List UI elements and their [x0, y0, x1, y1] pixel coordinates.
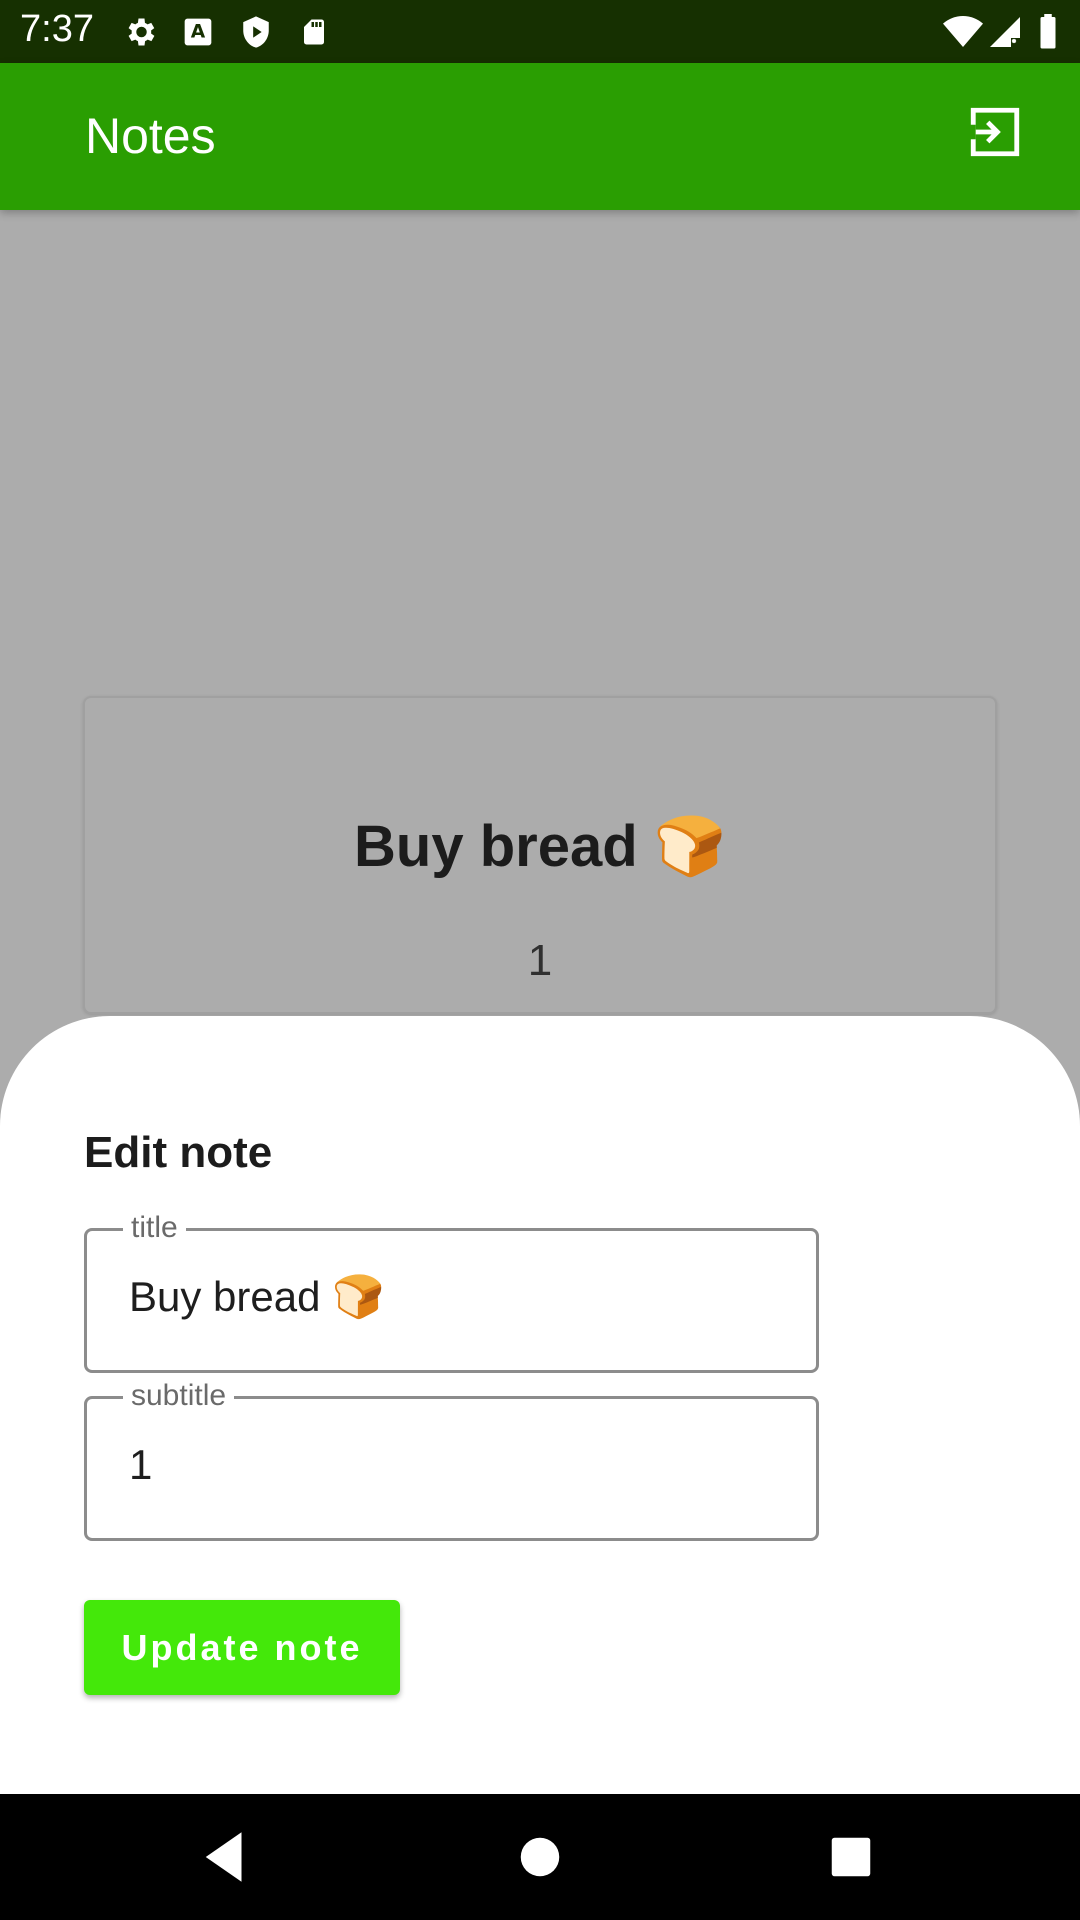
back-button[interactable] [192, 1824, 258, 1890]
recents-icon [831, 1837, 871, 1877]
app-title: Notes [85, 108, 216, 164]
logout-button[interactable] [966, 103, 1024, 161]
subtitle-field-value[interactable]: 1 [129, 1441, 152, 1489]
title-field-value[interactable]: Buy bread 🍞 [129, 1273, 384, 1322]
app-bar: Notes [0, 63, 1080, 210]
navigation-bar [0, 1794, 1080, 1920]
logout-icon [966, 107, 1020, 157]
gear-icon [120, 12, 160, 52]
note-card[interactable]: Buy bread 🍞 1 [83, 696, 997, 1014]
svg-text:A: A [191, 21, 206, 42]
home-icon [520, 1837, 560, 1877]
update-note-button[interactable]: Update note [84, 1600, 400, 1695]
home-button[interactable] [507, 1824, 573, 1890]
status-time: 7:37 [20, 8, 94, 50]
title-field-label: title [123, 1211, 186, 1245]
title-field[interactable]: title Buy bread 🍞 [84, 1211, 819, 1373]
shield-play-icon [236, 12, 276, 52]
note-title: Buy bread 🍞 [354, 814, 726, 879]
battery-icon [1028, 12, 1068, 52]
recents-button[interactable] [818, 1824, 884, 1890]
status-bar: 7:37 A [0, 0, 1080, 63]
wifi-icon [943, 12, 983, 52]
a-keyboard-icon: A [178, 12, 218, 52]
subtitle-field[interactable]: subtitle 1 [84, 1379, 819, 1541]
subtitle-field-label: subtitle [123, 1379, 235, 1413]
note-subtitle: 1 [527, 936, 553, 985]
signal-icon [985, 12, 1025, 52]
sd-card-icon [294, 12, 334, 52]
sheet-heading: Edit note [84, 1128, 273, 1177]
back-icon [205, 1832, 242, 1882]
